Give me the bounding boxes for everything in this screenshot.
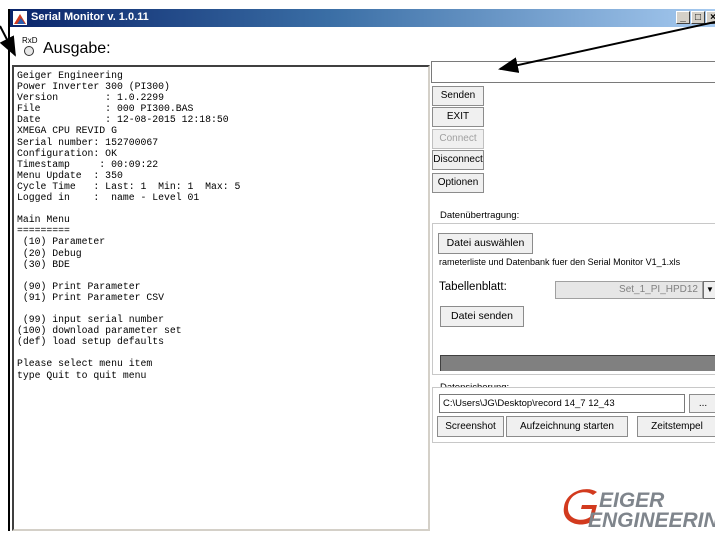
output-line: (99) input serial number bbox=[22, 314, 164, 326]
optionen-button[interactable]: Optionen bbox=[432, 173, 484, 193]
output-line: Serial number: 152700067 bbox=[17, 136, 159, 148]
rxd-label: RxD bbox=[22, 36, 38, 45]
output-line: type Quit to quit menu bbox=[17, 369, 147, 381]
serial-monitor-window: Serial Monitor v. 1.0.11 _ □ × RxD Ausga… bbox=[8, 9, 715, 532]
sheet-label: Tabellenblatt: bbox=[439, 281, 507, 293]
output-line: (30) BDE bbox=[22, 258, 70, 270]
output-line: XMEGA CPU REVID G bbox=[17, 125, 117, 137]
sheet-select[interactable]: Set_1_PI_HPD12 bbox=[555, 281, 703, 299]
maximize-button[interactable]: □ bbox=[691, 11, 705, 24]
minimize-button[interactable]: _ bbox=[676, 11, 690, 24]
send-progress-bar bbox=[440, 355, 715, 371]
browse-button[interactable]: ... bbox=[689, 394, 715, 413]
output-line: ========= bbox=[17, 225, 70, 237]
output-line: Date : 12-08-2015 12:18:50 bbox=[17, 114, 229, 126]
output-line: Menu Update : 350 bbox=[17, 169, 123, 181]
title-bar[interactable]: Serial Monitor v. 1.0.11 _ □ × bbox=[10, 9, 715, 27]
screenshot-button[interactable]: Screenshot bbox=[437, 416, 504, 437]
output-line: (90) Print Parameter bbox=[22, 280, 141, 292]
output-line: (10) Parameter bbox=[22, 236, 106, 248]
output-line: File : 000 PI300.BAS bbox=[17, 103, 194, 115]
select-file-button[interactable]: Datei auswählen bbox=[438, 233, 533, 254]
disconnect-button[interactable]: Disconnect bbox=[432, 150, 484, 170]
window-title: Serial Monitor v. 1.0.11 bbox=[31, 11, 149, 23]
rxd-led-icon bbox=[24, 46, 34, 56]
connect-button[interactable]: Connect bbox=[432, 129, 484, 149]
output-title: Ausgabe: bbox=[43, 40, 111, 57]
timestamp-button[interactable]: Zeitstempel bbox=[637, 416, 715, 437]
output-line: Power Inverter 300 (PI300) bbox=[17, 81, 170, 93]
start-recording-button[interactable]: Aufzeichnung starten bbox=[506, 416, 628, 437]
exit-button[interactable]: EXIT bbox=[432, 107, 484, 127]
output-line: (100) download parameter set bbox=[17, 325, 182, 337]
output-line: Logged in : name - Level 01 bbox=[17, 192, 200, 204]
senden-button[interactable]: Senden bbox=[432, 86, 484, 106]
output-line: Main Menu bbox=[17, 214, 70, 226]
output-line: Configuration: OK bbox=[17, 147, 117, 159]
output-line: (91) Print Parameter CSV bbox=[22, 291, 164, 303]
close-button[interactable]: × bbox=[706, 11, 715, 24]
chevron-down-icon[interactable]: ▼ bbox=[703, 281, 715, 299]
send-file-button[interactable]: Datei senden bbox=[440, 306, 524, 327]
geiger-engineering-logo: EIGER ENGINEERING bbox=[563, 487, 715, 537]
output-line: Geiger Engineering bbox=[17, 70, 123, 81]
logo-line-2: ENGINEERING bbox=[588, 509, 715, 532]
output-line: (20) Debug bbox=[22, 247, 82, 259]
output-console[interactable]: Geiger Engineering Power Inverter 300 (P… bbox=[12, 65, 430, 531]
file-info-text: rameterliste und Datenbank fuer den Seri… bbox=[439, 257, 681, 267]
output-line: Timestamp : 00:09:22 bbox=[17, 158, 159, 170]
output-text: Geiger Engineering Power Inverter 300 (P… bbox=[14, 67, 428, 381]
output-line: (def) load setup defaults bbox=[17, 336, 164, 348]
app-icon bbox=[13, 11, 27, 25]
output-line: Version : 1.0.2299 bbox=[17, 92, 164, 104]
output-line: Cycle Time : Last: 1 Min: 1 Max: 5 bbox=[17, 180, 241, 192]
command-input[interactable] bbox=[431, 61, 715, 83]
output-line: Please select menu item bbox=[17, 358, 153, 370]
datenuebertragung-label: Datenübertragung: bbox=[440, 210, 520, 221]
record-path-field[interactable]: C:\Users\JG\Desktop\record 14_7 12_43 bbox=[439, 394, 685, 413]
